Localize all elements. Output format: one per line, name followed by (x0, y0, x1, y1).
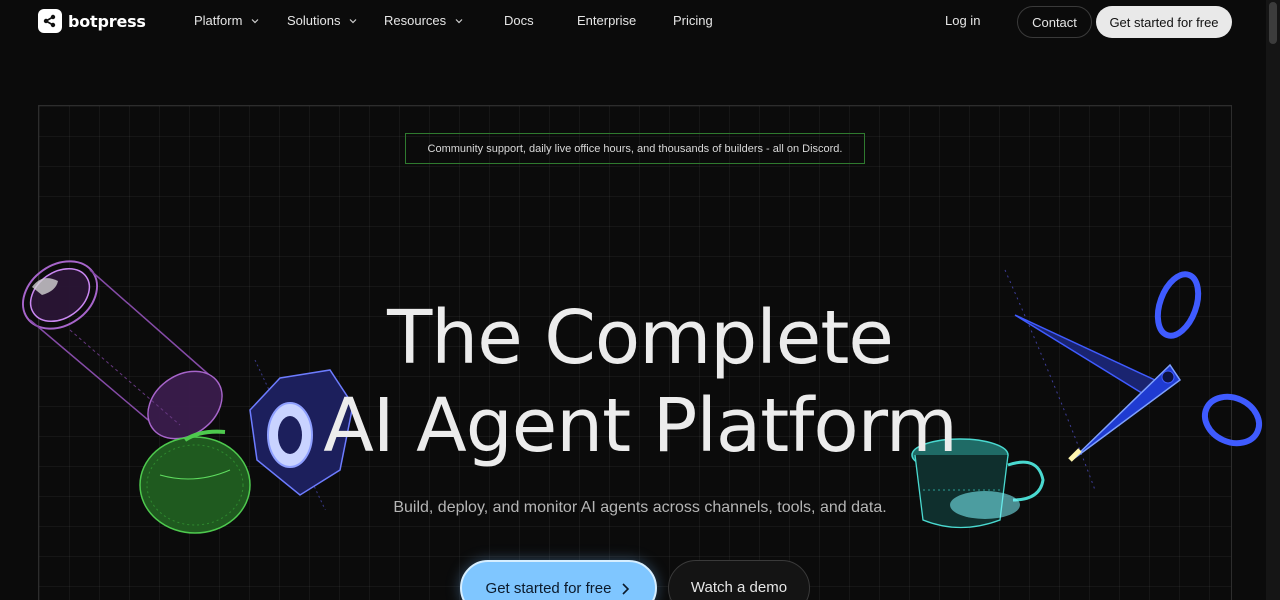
hero-subtitle: Build, deploy, and monitor AI agents acr… (393, 499, 887, 516)
botpress-logo-icon (38, 9, 62, 33)
nav-item-label: Platform (194, 13, 243, 28)
nav-item-solutions[interactable]: Solutions (287, 13, 358, 28)
discord-community-banner[interactable]: Community support, daily live office hou… (405, 133, 865, 164)
chevron-down-icon (251, 18, 259, 23)
brand-name: botpress (68, 11, 146, 31)
nav-item-pricing[interactable]: Pricing (673, 13, 713, 28)
nav-item-label: Docs (504, 13, 534, 28)
contact-button[interactable]: Contact (1017, 6, 1092, 38)
chevron-right-icon (622, 583, 630, 595)
nav-item-label: Enterprise (577, 13, 637, 28)
nav-item-docs[interactable]: Docs (504, 13, 534, 28)
top-navigation: botpress Platform Solutions Resources Do… (0, 0, 1266, 44)
watch-demo-button[interactable]: Watch a demo (668, 560, 810, 600)
nav-item-label: Solutions (287, 13, 341, 28)
nav-item-label: Resources (384, 13, 447, 28)
scrollbar-thumb[interactable] (1269, 2, 1277, 44)
nav-item-enterprise[interactable]: Enterprise (577, 13, 636, 28)
brand-logo[interactable]: botpress (38, 9, 146, 33)
chevron-down-icon (455, 18, 463, 23)
nav-item-platform[interactable]: Platform (194, 13, 260, 28)
hero-headline-line2: AI Agent Platform (323, 383, 958, 469)
nav-item-label: Pricing (673, 13, 713, 28)
login-link[interactable]: Log in (945, 13, 980, 28)
chevron-down-icon (350, 18, 357, 23)
hero-headline-line1: The Complete (387, 295, 894, 381)
hero-get-started-label: Get started for free (485, 580, 612, 597)
nav-item-resources[interactable]: Resources (384, 13, 464, 28)
hero-get-started-button[interactable]: Get started for free (460, 560, 657, 600)
nav-get-started-button[interactable]: Get started for free (1096, 6, 1232, 38)
